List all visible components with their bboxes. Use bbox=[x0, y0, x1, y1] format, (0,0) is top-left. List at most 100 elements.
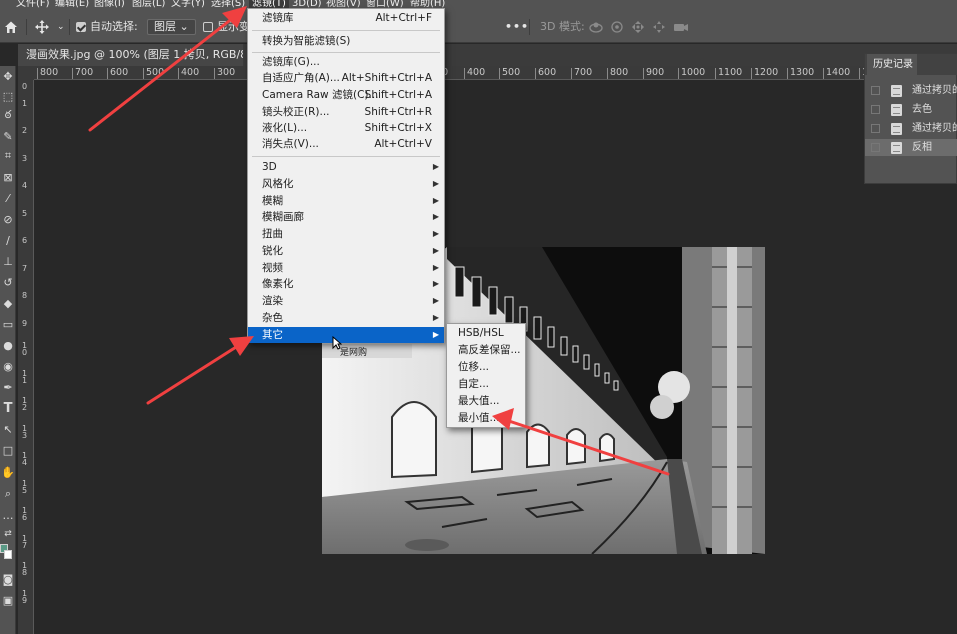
menu-item-camera-raw[interactable]: Camera Raw 滤镜(C)... Shift+Ctrl+A bbox=[248, 87, 444, 103]
ruler-tick: 1 2 bbox=[22, 396, 28, 412]
submenu-item-minimum[interactable]: 最小值... bbox=[447, 410, 525, 427]
menu-item-render[interactable]: 渲染 ▶ bbox=[248, 293, 444, 309]
more-tools-icon[interactable]: … bbox=[0, 507, 16, 523]
submenu-item-maximum[interactable]: 最大值... bbox=[447, 393, 525, 410]
quick-mask-icon[interactable]: ◙ bbox=[0, 571, 16, 587]
blur-tool-icon[interactable]: ● bbox=[0, 337, 16, 353]
history-item-label: 去色 bbox=[912, 104, 932, 115]
crop-tool-icon[interactable]: ⌗ bbox=[0, 148, 16, 164]
healing-brush-tool-icon[interactable]: ⊘ bbox=[0, 211, 16, 227]
menu-file[interactable]: 文件(F) bbox=[16, 0, 50, 11]
menu-item-lens-correction[interactable]: 镜头校正(R)... Shift+Ctrl+R bbox=[248, 104, 444, 120]
menu-item-label: 镜头校正(R)... bbox=[262, 106, 330, 118]
document-tab[interactable]: 漫画效果.jpg @ 100% (图层 1 拷贝, RGB/8#) * bbox=[18, 44, 243, 66]
ruler-tick: 7 bbox=[22, 264, 28, 273]
frame-tool-icon[interactable]: ⊠ bbox=[0, 169, 16, 185]
menu-item-label: 视频 bbox=[262, 262, 283, 274]
menu-item-label: 渲染 bbox=[262, 295, 283, 307]
eraser-tool-icon[interactable]: ◆ bbox=[0, 295, 16, 311]
submenu-item-hsb-hsl[interactable]: HSB/HSL bbox=[447, 325, 525, 342]
menu-edit[interactable]: 编辑(E) bbox=[55, 0, 89, 11]
history-tab[interactable]: 历史记录 bbox=[867, 54, 917, 75]
background-color-swatch[interactable] bbox=[4, 550, 12, 559]
move-tool-icon[interactable]: ✥ bbox=[0, 68, 16, 84]
zoom-tool-icon[interactable]: ⌕ bbox=[0, 486, 16, 502]
show-transform-checkbox[interactable]: 显示变 bbox=[203, 18, 250, 36]
menu-item-filter-gallery[interactable]: 滤镜库(G)... bbox=[248, 54, 444, 70]
menu-item-adaptive-wide-angle[interactable]: 自适应广角(A)... Alt+Shift+Ctrl+A bbox=[248, 70, 444, 86]
submenu-item-offset[interactable]: 位移... bbox=[447, 359, 525, 376]
history-item[interactable]: 通过拷贝的 bbox=[865, 120, 957, 137]
other-submenu: HSB/HSL 高反差保留... 位移... 自定... 最大值... 最小值.… bbox=[446, 323, 526, 428]
menu-item-blur[interactable]: 模糊 ▶ bbox=[248, 193, 444, 209]
history-item[interactable]: 去色 bbox=[865, 101, 957, 118]
eyedropper-tool-icon[interactable]: ⁄ bbox=[0, 190, 16, 206]
ruler-tick: 1 bbox=[22, 99, 28, 108]
menu-item-blur-gallery[interactable]: 模糊画廊 ▶ bbox=[248, 209, 444, 225]
ruler-tick: 1 8 bbox=[22, 561, 28, 577]
submenu-arrow-icon: ▶ bbox=[432, 229, 439, 238]
marquee-tool-icon[interactable]: ⬚ bbox=[0, 88, 16, 104]
clone-stamp-tool-icon[interactable]: ⊥ bbox=[0, 253, 16, 269]
lasso-tool-icon[interactable]: ఠ bbox=[0, 108, 16, 124]
brush-tool-icon[interactable]: ∕ bbox=[0, 232, 16, 248]
quick-select-tool-icon[interactable]: ✎ bbox=[0, 128, 16, 144]
3d-orbit-icon[interactable] bbox=[588, 18, 604, 36]
document-icon bbox=[891, 142, 902, 154]
menu-item-video[interactable]: 视频 ▶ bbox=[248, 260, 444, 276]
menu-select[interactable]: 选择(S) bbox=[211, 0, 245, 11]
hand-tool-icon[interactable]: ✋ bbox=[0, 464, 16, 480]
auto-select-checkbox[interactable]: 自动选择: bbox=[76, 18, 138, 36]
pen-tool-icon[interactable]: ✒ bbox=[0, 379, 16, 395]
3d-roll-icon[interactable] bbox=[610, 18, 624, 36]
path-select-tool-icon[interactable]: ↖ bbox=[0, 421, 16, 437]
history-item-selected[interactable]: 反相 bbox=[865, 139, 957, 156]
submenu-item-custom[interactable]: 自定... bbox=[447, 376, 525, 393]
swap-colors-icon[interactable]: ⇄ bbox=[0, 526, 16, 542]
menu-item-label: 模糊画廊 bbox=[262, 211, 304, 223]
auto-select-dropdown[interactable]: 图层 ⌄ bbox=[147, 18, 196, 36]
history-brush-tool-icon[interactable]: ↺ bbox=[0, 274, 16, 290]
menu-image[interactable]: 图像(I) bbox=[94, 0, 125, 11]
menu-item-label: 其它 bbox=[262, 329, 283, 341]
menu-item-liquify[interactable]: 液化(L)... Shift+Ctrl+X bbox=[248, 120, 444, 136]
menu-item-label: 扭曲 bbox=[262, 228, 283, 240]
home-icon[interactable] bbox=[4, 18, 18, 36]
screen-mode-icon[interactable]: ▣ bbox=[0, 592, 16, 608]
type-tool-icon[interactable]: T bbox=[0, 400, 16, 416]
menu-item-noise[interactable]: 杂色 ▶ bbox=[248, 310, 444, 326]
mouse-cursor-icon bbox=[332, 336, 342, 350]
3d-drag-icon[interactable] bbox=[631, 18, 645, 36]
3d-camera-icon[interactable] bbox=[673, 18, 689, 36]
more-options-button[interactable]: ••• bbox=[505, 18, 529, 36]
ruler-tick: 0 bbox=[22, 82, 28, 91]
3d-slide-icon[interactable] bbox=[652, 18, 666, 36]
menu-item-other[interactable]: 其它 ▶ bbox=[248, 327, 444, 343]
submenu-arrow-icon: ▶ bbox=[432, 246, 439, 255]
menu-type[interactable]: 文字(Y) bbox=[171, 0, 205, 11]
history-source-checkbox[interactable] bbox=[871, 124, 880, 133]
ruler-tick: 1200 bbox=[751, 68, 778, 79]
menu-item-distort[interactable]: 扭曲 ▶ bbox=[248, 226, 444, 242]
3d-mode-label: 3D 模式: bbox=[540, 20, 585, 33]
menu-item-convert-smart-filter[interactable]: 转换为智能滤镜(S) bbox=[248, 33, 444, 49]
dodge-tool-icon[interactable]: ◉ bbox=[0, 358, 16, 374]
menu-item-vanishing-point[interactable]: 消失点(V)... Alt+Ctrl+V bbox=[248, 136, 444, 152]
tool-preset-chevron-icon[interactable]: ⌄ bbox=[57, 18, 65, 36]
move-tool-icon[interactable] bbox=[35, 18, 49, 36]
menu-item-pixelate[interactable]: 像素化 ▶ bbox=[248, 276, 444, 292]
submenu-item-high-pass[interactable]: 高反差保留... bbox=[447, 342, 525, 359]
menu-item-sharpen[interactable]: 锐化 ▶ bbox=[248, 243, 444, 259]
menu-item-stylize[interactable]: 风格化 ▶ bbox=[248, 176, 444, 192]
ruler-tick: 1 3 bbox=[22, 424, 28, 440]
menu-item-3d[interactable]: 3D ▶ bbox=[248, 159, 444, 175]
submenu-arrow-icon: ▶ bbox=[432, 212, 439, 221]
menu-layer[interactable]: 图层(L) bbox=[132, 0, 165, 11]
history-item[interactable]: 通过拷贝的 bbox=[865, 82, 957, 99]
rectangle-tool-icon[interactable]: □ bbox=[0, 442, 16, 458]
history-source-checkbox[interactable] bbox=[871, 143, 880, 152]
menu-item-filter-gallery-last[interactable]: 滤镜库 Alt+Ctrl+F bbox=[248, 10, 444, 26]
history-source-checkbox[interactable] bbox=[871, 86, 880, 95]
gradient-tool-icon[interactable]: ▭ bbox=[0, 316, 16, 332]
history-source-checkbox[interactable] bbox=[871, 105, 880, 114]
